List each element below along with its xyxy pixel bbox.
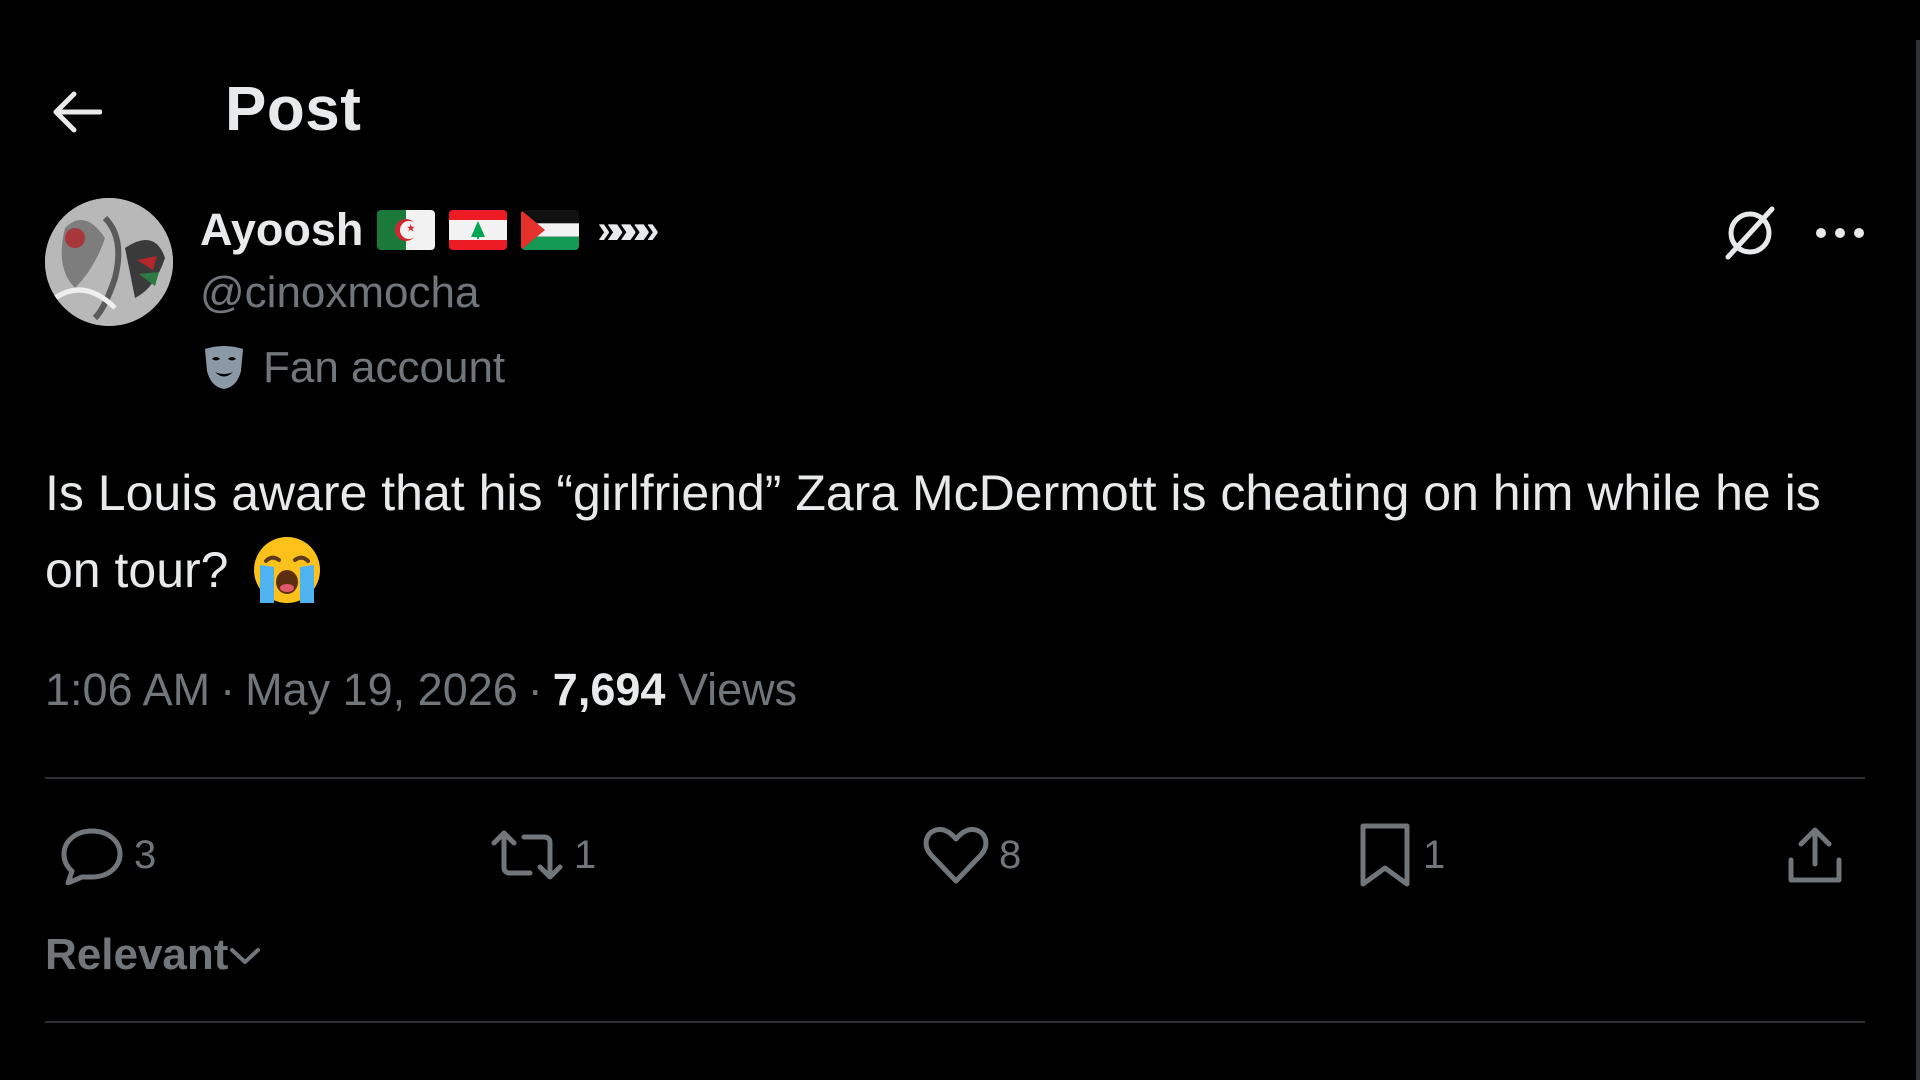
repost-icon: [491, 830, 563, 880]
scrollbar-edge: [1916, 40, 1920, 1080]
page-title: Post: [225, 75, 362, 144]
reply-icon: [61, 828, 123, 885]
share-button[interactable]: [1785, 815, 1845, 895]
repost-count: 1: [574, 832, 597, 877]
account-label: Fan account: [203, 343, 505, 393]
share-icon: [1788, 827, 1842, 883]
palestine-flag-icon: [521, 210, 580, 250]
account-label-text: Fan account: [263, 343, 506, 392]
author-name-row: Ayoosh »»»»: [200, 204, 659, 256]
post-text: Is Louis aware that his “girlfriend” Zar…: [45, 455, 1845, 609]
theater-mask-icon: [205, 346, 243, 389]
grok-icon: [1725, 206, 1775, 260]
back-button[interactable]: [46, 82, 106, 142]
more-horizontal-icon: [1816, 228, 1864, 238]
algeria-flag-icon: [377, 210, 436, 250]
name-suffix: »»»»: [597, 207, 659, 252]
post-date[interactable]: May 19, 2026: [245, 664, 518, 715]
arrow-left-icon: [53, 91, 102, 133]
more-options-button[interactable]: [1805, 198, 1875, 268]
heart-icon: [923, 827, 989, 884]
grok-button[interactable]: [1715, 198, 1785, 268]
like-count: 8: [999, 832, 1022, 877]
lebanon-flag-icon: [449, 210, 508, 250]
post-actions: 3 1 8 1: [45, 815, 1865, 895]
bookmark-count: 1: [1423, 832, 1446, 877]
chevron-down-icon: [230, 948, 261, 964]
page-header: Post: [0, 60, 1900, 156]
display-name[interactable]: Ayoosh: [200, 204, 363, 256]
meta-separator: ·: [527, 664, 543, 715]
avatar[interactable]: [45, 198, 173, 326]
divider: [45, 777, 1865, 779]
views-count: 7,694: [552, 664, 666, 715]
views-label: Views: [677, 664, 798, 715]
post-author: Ayoosh »»»» @cinoxmocha Fan account: [45, 198, 1875, 408]
like-button[interactable]: 8: [923, 815, 1021, 895]
replies-sort-dropdown[interactable]: Relevant: [45, 930, 262, 980]
reply-button[interactable]: 3: [60, 815, 156, 895]
author-handle[interactable]: @cinoxmocha: [200, 268, 479, 318]
divider: [45, 1021, 1865, 1023]
meta-separator: ·: [220, 664, 236, 715]
bookmark-icon: [1360, 823, 1410, 887]
reply-count: 3: [134, 832, 157, 877]
loudly-crying-face-icon: [252, 535, 322, 605]
bookmark-button[interactable]: 1: [1357, 815, 1445, 895]
post-meta: 1:06 AM · May 19, 2026 · 7,694 Views: [45, 664, 797, 716]
sort-label: Relevant: [45, 930, 229, 979]
post-time[interactable]: 1:06 AM: [45, 664, 210, 715]
repost-button[interactable]: 1: [490, 815, 596, 895]
avatar-image: [45, 198, 173, 326]
